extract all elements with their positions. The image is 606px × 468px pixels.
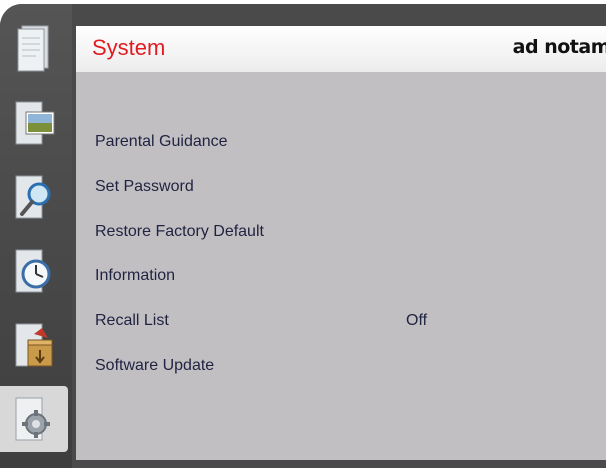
menu-item-label: Information: [95, 267, 176, 284]
sidebar-item-timer[interactable]: [0, 238, 68, 304]
menu-item-recall-list[interactable]: Recall List Off: [76, 307, 606, 335]
menu-item-information[interactable]: Information: [76, 262, 606, 290]
menu-item-set-password[interactable]: Set Password: [76, 173, 606, 201]
search-icon: [12, 172, 56, 222]
sidebar-item-installation[interactable]: [0, 312, 68, 378]
settings-gear-icon: [12, 394, 56, 444]
menu-item-label: Restore Factory Default: [95, 223, 264, 240]
recall-list-value: Off: [406, 312, 428, 329]
sidebar-item-documents[interactable]: [0, 16, 68, 82]
photos-icon: [12, 98, 56, 148]
menu-item-label: Software Update: [95, 357, 215, 374]
brand-logo: ad notam: [512, 36, 606, 58]
documents-icon: [14, 24, 54, 74]
page-title: System: [92, 35, 166, 60]
tv-menu-frame: System ad notam Parental Guidance Set Pa…: [0, 4, 606, 468]
clock-icon: [12, 246, 56, 296]
sidebar-item-photos[interactable]: [0, 90, 68, 156]
sidebar: [0, 4, 72, 468]
installation-box-icon: [12, 320, 56, 370]
menu-item-restore-factory-default[interactable]: Restore Factory Default: [76, 218, 606, 246]
panel-header: System ad notam: [76, 26, 606, 72]
menu-item-parental-guidance[interactable]: Parental Guidance: [76, 128, 606, 156]
menu-item-label: Recall List: [95, 312, 169, 329]
menu-item-label: Parental Guidance: [95, 133, 228, 150]
menu-item-label: Set Password: [95, 178, 194, 195]
sidebar-item-settings[interactable]: [0, 386, 68, 452]
sidebar-item-search[interactable]: [0, 164, 68, 230]
system-menu-panel: System ad notam Parental Guidance Set Pa…: [76, 26, 606, 460]
menu-item-software-update[interactable]: Software Update: [76, 352, 606, 380]
